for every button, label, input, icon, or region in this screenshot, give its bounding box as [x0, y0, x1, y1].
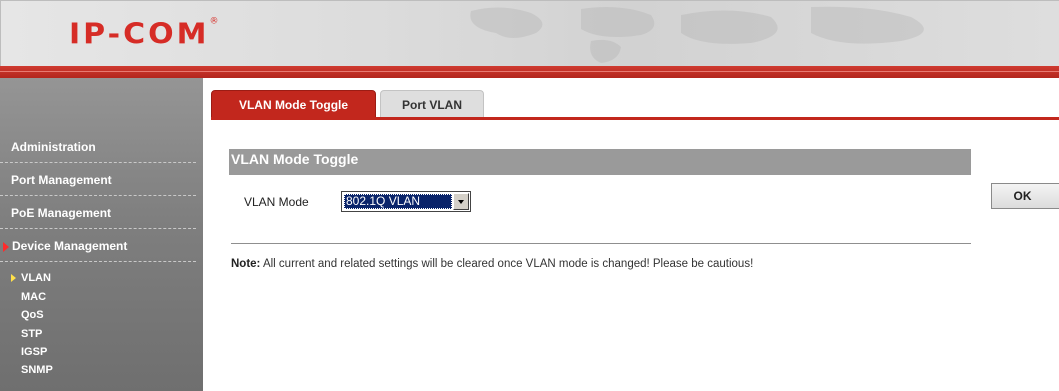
sidebar-item-port-management[interactable]: Port Management [0, 164, 196, 196]
panel-title: VLAN Mode Toggle [229, 149, 971, 175]
tab-underline [211, 117, 1059, 120]
note-text: All current and related settings will be… [260, 258, 754, 270]
world-map-background [470, 6, 924, 63]
ok-button[interactable]: OK [991, 183, 1059, 209]
sidebar-item-label: PoE Management [11, 206, 112, 220]
sidebar-item-label: Administration [11, 140, 96, 154]
divider [231, 243, 971, 244]
subitem-label: MAC [21, 291, 47, 303]
selected-arrow-icon [11, 274, 16, 282]
subitem-label: IGSP [21, 346, 48, 358]
sidebar-item-administration[interactable]: Administration [0, 131, 196, 163]
subitem-vlan[interactable]: VLAN [11, 270, 51, 287]
subitem-mac[interactable]: MAC [21, 289, 46, 306]
sidebar: Administration Port Management PoE Manag… [0, 78, 203, 391]
vlan-mode-value: 802.1Q VLAN [344, 194, 452, 209]
subitem-qos[interactable]: QoS [21, 307, 44, 324]
tab-port-vlan[interactable]: Port VLAN [380, 90, 484, 118]
subitem-stp[interactable]: STP [21, 326, 42, 343]
tab-vlan-mode-toggle[interactable]: VLAN Mode Toggle [211, 90, 376, 118]
vlan-mode-label: VLAN Mode [244, 195, 309, 209]
ip-com-logo: IP-COM® [69, 16, 219, 52]
logo-text: IP-COM [69, 17, 210, 52]
sidebar-item-device-management[interactable]: Device Management [0, 230, 196, 262]
warning-note: Note: All current and related settings w… [231, 258, 753, 270]
subitem-label: QoS [21, 309, 44, 321]
sidebar-item-label: Device Management [12, 239, 128, 253]
sidebar-item-poe-management[interactable]: PoE Management [0, 197, 196, 229]
sidebar-item-label: Port Management [11, 173, 112, 187]
subitem-snmp[interactable]: SNMP [21, 362, 53, 379]
note-prefix: Note: [231, 258, 261, 270]
subitem-label: STP [21, 328, 43, 340]
registered-mark: ® [209, 16, 219, 27]
active-arrow-icon [3, 242, 9, 252]
header-red-band [0, 66, 1059, 78]
subitem-label: SNMP [21, 364, 53, 376]
chevron-down-icon[interactable] [453, 193, 469, 210]
subitem-igsp[interactable]: IGSP [21, 344, 47, 361]
header-banner: IP-COM® [0, 0, 1059, 66]
vlan-mode-select[interactable]: 802.1Q VLAN [341, 191, 471, 212]
subitem-label: VLAN [21, 272, 51, 284]
tab-bar: VLAN Mode Toggle Port VLAN [203, 78, 1059, 120]
